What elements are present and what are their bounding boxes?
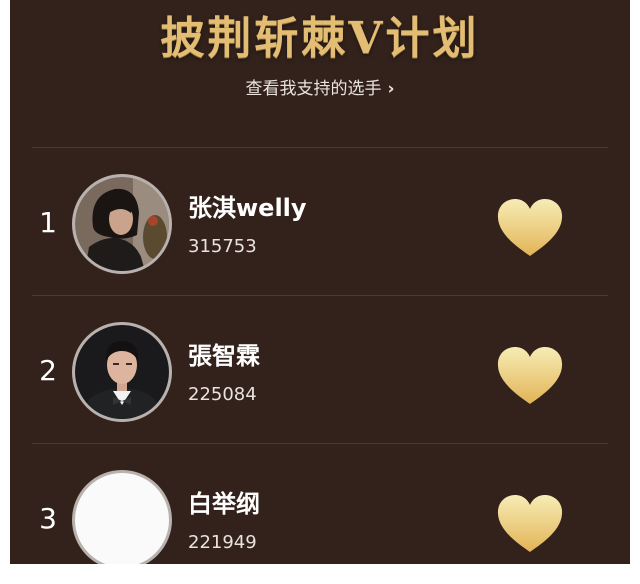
my-supported-contestants-link[interactable]: 查看我支持的选手 ›: [10, 74, 630, 99]
vote-count: 315753: [188, 236, 257, 257]
rank-number: 1: [39, 206, 57, 239]
blank-avatar[interactable]: [72, 470, 172, 564]
avatar[interactable]: [72, 174, 172, 274]
chevron-right-icon: ›: [387, 79, 395, 99]
contestant-name: 白举纲: [188, 490, 260, 518]
page-title: 披荆斩棘V计划: [160, 13, 480, 64]
photo-man-bow-tie-icon: [75, 325, 169, 419]
ranking-row-3: 3 白举纲 221949: [10, 444, 630, 564]
rank-number: 2: [39, 354, 57, 387]
ranking-row-2: 2 張智霖 225084: [10, 296, 630, 442]
heart-icon[interactable]: [496, 494, 564, 554]
heart-icon[interactable]: [496, 346, 564, 406]
photo-young-man-long-hair-icon: [75, 177, 169, 271]
ranking-row-1: 1 张淇welly 315753: [10, 148, 630, 294]
heart-icon[interactable]: [496, 198, 564, 258]
vote-count: 221949: [188, 532, 257, 553]
vote-panel: 披荆斩棘V计划 查看我支持的选手 › 1 张淇welly 315753 2 張智…: [10, 0, 630, 564]
contestant-name: 張智霖: [188, 342, 260, 370]
my-supported-contestants-label: 查看我支持的选手: [245, 79, 382, 99]
contestant-name: 张淇welly: [188, 194, 307, 222]
vote-count: 225084: [188, 384, 257, 405]
avatar[interactable]: [72, 322, 172, 422]
rank-number: 3: [39, 502, 57, 535]
